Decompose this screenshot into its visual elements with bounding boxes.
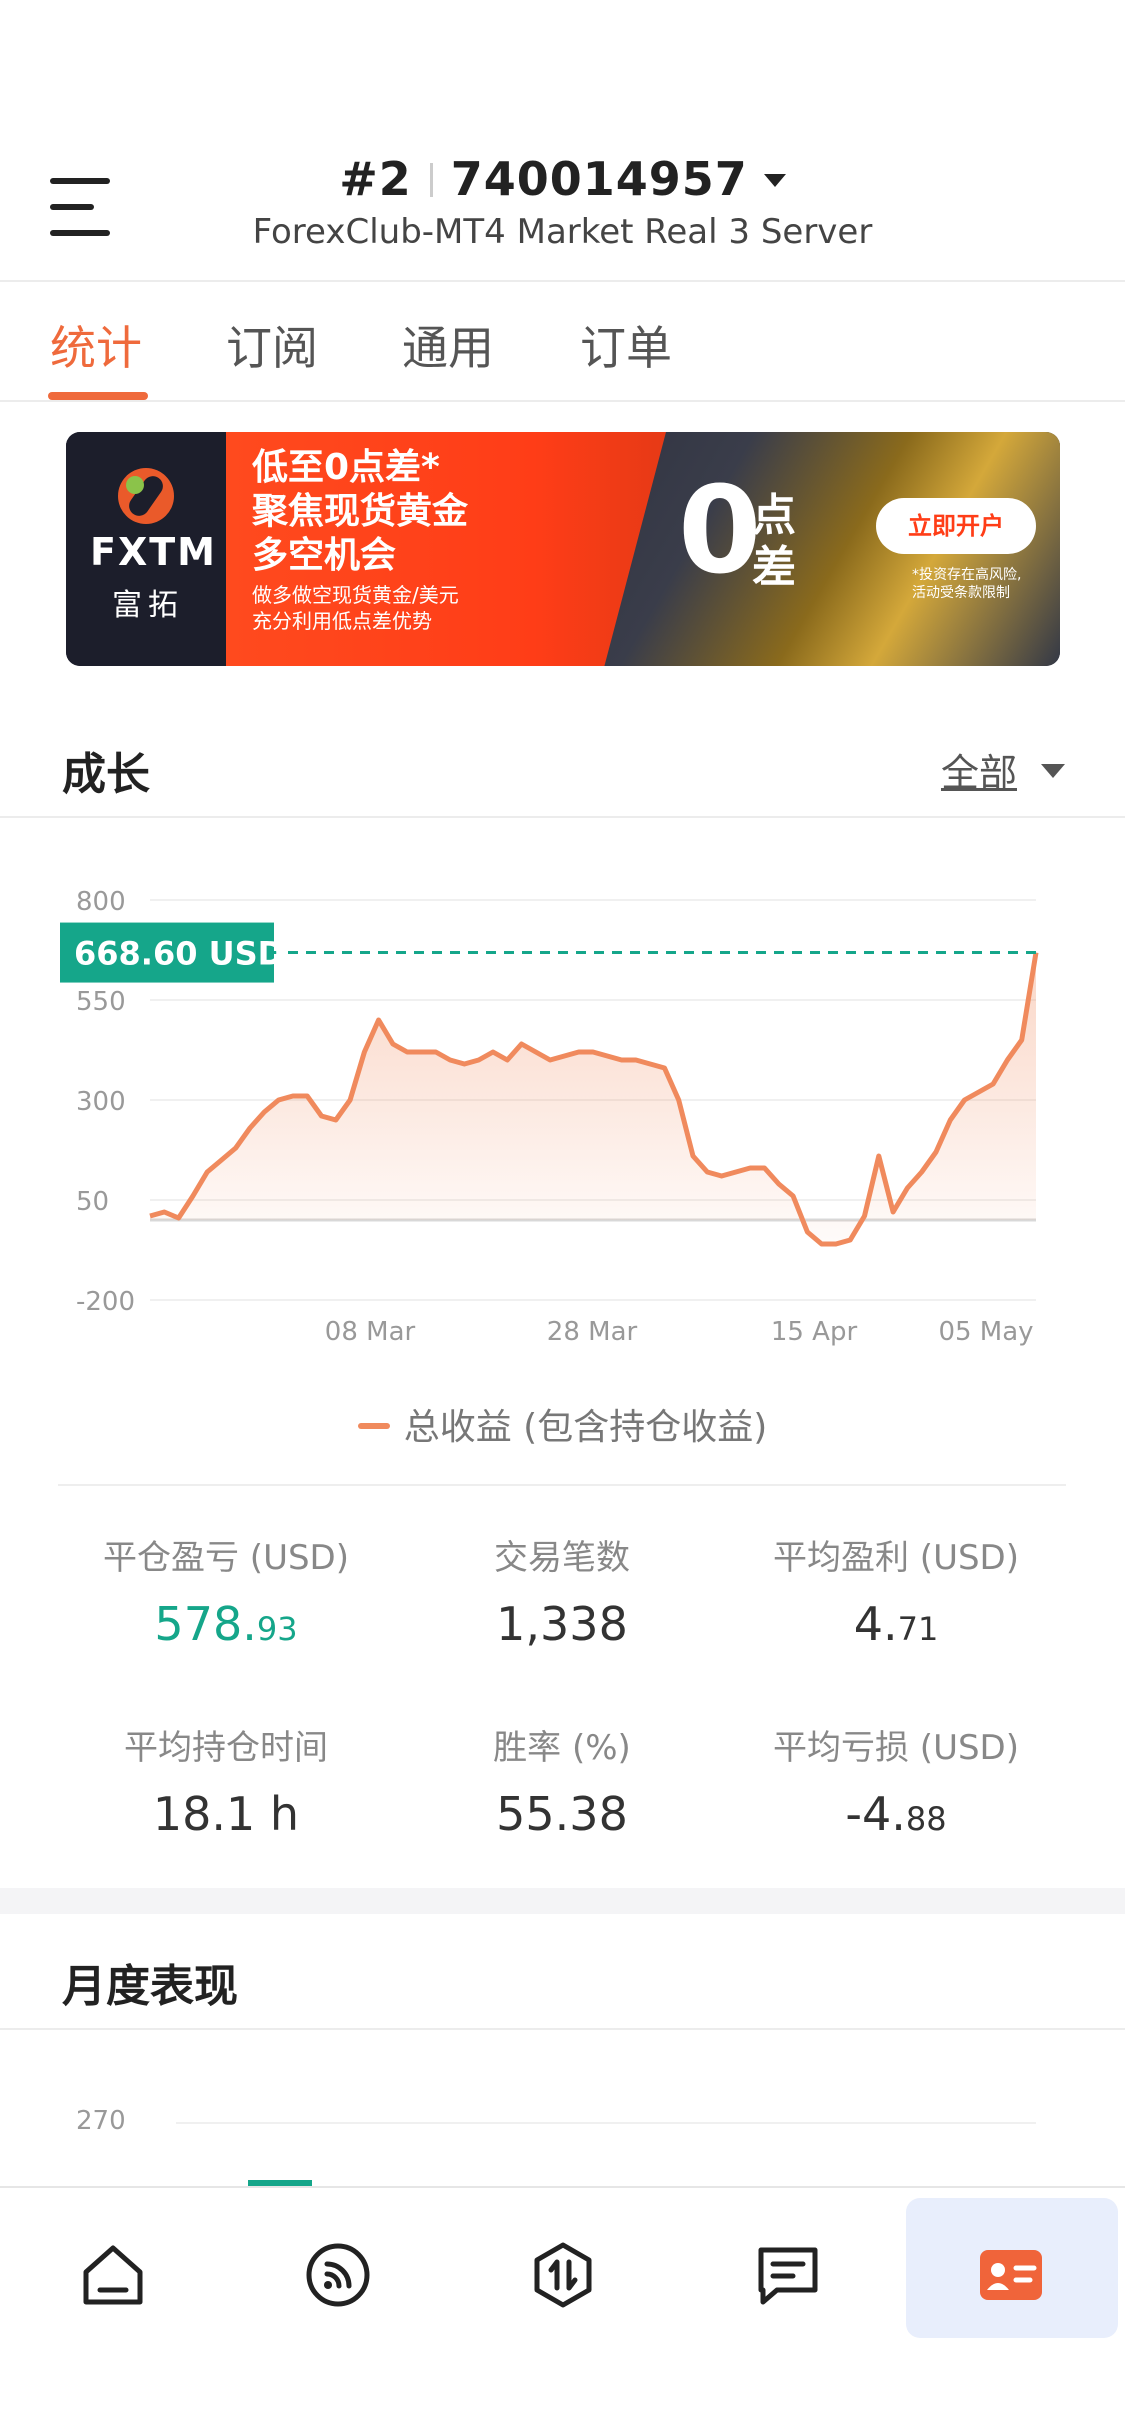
account-header: #2 740014957 ForexClub-MT4 Market Real 3 …: [0, 0, 1125, 282]
zero-spread-number: 0: [678, 462, 762, 601]
range-filter-dropdown[interactable]: 全部: [941, 742, 1065, 797]
monthly-y-tick: 270: [76, 2106, 126, 2136]
fxtm-logo: FXTM 富拓: [66, 432, 226, 666]
messages-icon: [758, 2247, 818, 2305]
stat-avg-hold-time: 平均持仓时间 18.1 h: [124, 1728, 328, 1841]
promo-banner[interactable]: FXTM 富拓 低至0点差* 聚焦现货黄金 多空机会 做多做空现货黄金/美元 充…: [66, 432, 1060, 666]
legend-swatch: [357, 1423, 390, 1429]
x-tick-label: 28 Mar: [547, 1317, 638, 1347]
chevron-down-icon: [763, 174, 786, 187]
section-title: 月度表现: [62, 1961, 238, 2012]
y-tick-label: -200: [76, 1287, 135, 1317]
y-tick-label: 300: [76, 1087, 126, 1117]
tab-subscribe[interactable]: 订阅: [226, 312, 318, 378]
zero-spread-label: 点 差: [752, 490, 796, 593]
x-tick-label: 08 Mar: [325, 1317, 416, 1347]
x-tick-label: 05 May: [938, 1317, 1033, 1347]
nav-feed[interactable]: [225, 2198, 450, 2338]
feed-icon: [306, 2243, 370, 2307]
section-separator: [0, 1888, 1125, 1914]
account-index: #2: [339, 152, 412, 206]
tab-statistics[interactable]: 统计: [50, 312, 142, 378]
growth-section-header: 成长 全部: [0, 702, 1125, 818]
account-switcher[interactable]: #2 740014957: [0, 152, 1125, 206]
tab-orders[interactable]: 订单: [580, 312, 672, 378]
chevron-down-icon: [1041, 764, 1065, 778]
monthly-grid-line: [176, 2122, 1036, 2124]
active-tab-indicator: [48, 392, 148, 400]
stat-avg-loss: 平均亏损 (USD) -4.88: [773, 1728, 1019, 1841]
stat-win-rate: 胜率 (%) 55.38: [493, 1728, 631, 1841]
profile-card-icon: [980, 2250, 1042, 2300]
nav-home[interactable]: [0, 2198, 225, 2338]
nav-trade[interactable]: [450, 2198, 675, 2338]
stat-avg-profit: 平均盈利 (USD) 4.71: [773, 1538, 1019, 1651]
monthly-section-header: 月度表现: [0, 1914, 1125, 2030]
risk-disclaimer: *投资存在高风险, 活动受条款限制: [912, 567, 1022, 601]
home-icon: [83, 2245, 143, 2305]
section-title: 成长: [62, 749, 150, 800]
growth-chart: 800 550 300 50 -200 668.60 USD 08 Mar 28 Mar 15 …: [0, 840, 1125, 1360]
banner-headline: 低至0点差* 聚焦现货黄金 多空机会: [252, 447, 469, 576]
stat-trade-count: 交易笔数 1,338: [494, 1538, 630, 1651]
current-value-label: 668.60 USD: [74, 935, 284, 973]
chart-legend: 总收益 (包含持仓收益): [0, 1398, 1125, 1450]
y-tick-label: 50: [76, 1187, 109, 1217]
legend-label: 总收益 (包含持仓收益): [403, 1407, 768, 1448]
x-tick-label: 15 Apr: [771, 1317, 858, 1347]
stat-closed-pnl: 平仓盈亏 (USD) 578.93: [103, 1538, 349, 1651]
open-account-button[interactable]: 立即开户: [876, 498, 1036, 554]
trade-icon: [534, 2242, 592, 2308]
server-name: ForexClub-MT4 Market Real 3 Server: [252, 212, 873, 252]
nav-messages[interactable]: [675, 2198, 900, 2338]
nav-profile[interactable]: [906, 2198, 1118, 2338]
brand-mark-icon: [118, 468, 174, 524]
brand-name-cn: 富拓: [112, 588, 184, 623]
divider: [58, 1484, 1066, 1486]
growth-chart-svg: 800 550 300 50 -200 668.60 USD 08 Mar 28 Mar 15 …: [60, 887, 1039, 1347]
y-tick-label: 800: [76, 887, 126, 917]
account-number: 740014957: [450, 152, 748, 206]
y-tick-label: 550: [76, 987, 126, 1017]
tab-general[interactable]: 通用: [402, 312, 494, 378]
tab-bar: 统计 订阅 通用 订单: [0, 284, 1125, 402]
banner-subtext: 做多做空现货黄金/美元 充分利用低点差优势: [252, 583, 459, 633]
bottom-nav: [0, 2186, 1125, 2436]
brand-name: FXTM: [90, 530, 217, 574]
